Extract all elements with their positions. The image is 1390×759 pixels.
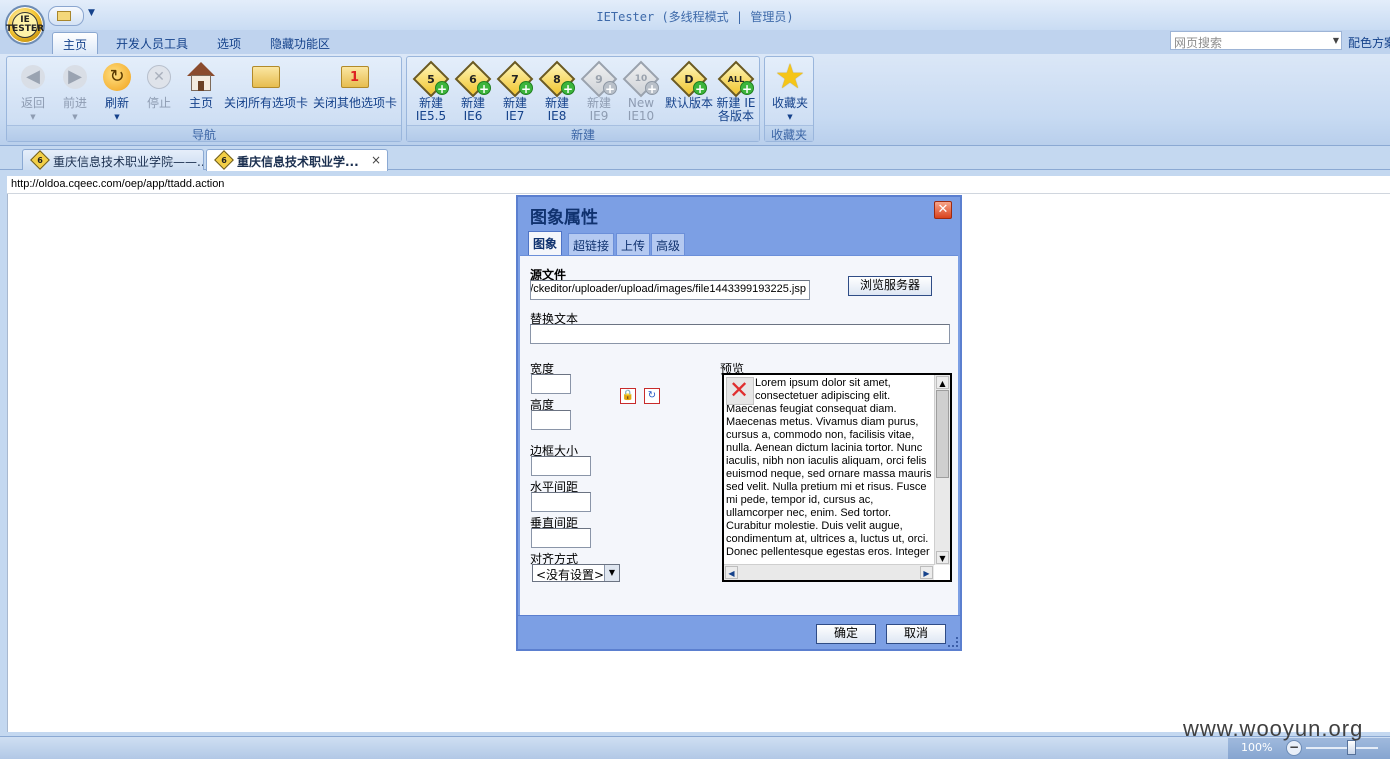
window-title: IETester (多线程模式 | 管理员) bbox=[596, 10, 794, 24]
scroll-down-icon[interactable]: ▼ bbox=[936, 551, 949, 564]
dialog-footer: 确定 取消 bbox=[518, 615, 960, 649]
resize-grip-icon[interactable] bbox=[948, 637, 958, 647]
dialog-close-icon[interactable]: ✕ bbox=[934, 201, 952, 219]
group-favorites: ★ 收藏夹 ▼ 收藏夹 bbox=[764, 56, 814, 142]
tab-home[interactable]: 主页 bbox=[52, 32, 99, 54]
scroll-left-icon[interactable]: ◀ bbox=[725, 566, 738, 579]
image-properties-dialog: 图象属性 ✕ 图象 超链接 上传 高级 源文件 /ckeditor/upload… bbox=[516, 195, 962, 651]
align-selected-value: <没有设置> bbox=[536, 568, 605, 582]
height-input[interactable] bbox=[531, 410, 571, 430]
status-bar bbox=[0, 736, 1390, 759]
doc-tab-2[interactable]: 6 重庆信息技术职业学... × bbox=[206, 149, 388, 171]
title-bar: IETester (多线程模式 | 管理员) bbox=[0, 0, 1390, 30]
preview-text: Lorem ipsum dolor sit amet, consectetuer… bbox=[726, 377, 932, 558]
scroll-thumb[interactable] bbox=[936, 390, 949, 478]
search-placeholder: 网页搜索 bbox=[1174, 36, 1223, 50]
close-all-tabs-icon bbox=[252, 66, 280, 88]
favorites-star-icon: ★ bbox=[774, 57, 806, 97]
preview-content: Lorem ipsum dolor sit amet, consectetuer… bbox=[726, 376, 932, 559]
doc-tab-1[interactable]: 6 重庆信息技术职业学院——... bbox=[22, 149, 204, 170]
web-search-input[interactable]: 网页搜索 ▼ bbox=[1170, 31, 1342, 50]
default-version-button[interactable]: D + 默认版本 bbox=[663, 60, 715, 110]
source-url-input[interactable]: /ckeditor/uploader/upload/images/file144… bbox=[530, 280, 810, 300]
alt-text-input[interactable] bbox=[530, 324, 950, 344]
ribbon: ◀ 返回 ▼ ▶ 前进 ▼ ↻ 刷新 ▼ ✕ 停止 主页 关闭所有选项卡 1 关闭其他… bbox=[0, 54, 1390, 146]
frame-left-border bbox=[0, 170, 7, 732]
broken-image-icon bbox=[726, 376, 754, 405]
tab-hide-ribbon[interactable]: 隐藏功能区 bbox=[260, 32, 340, 54]
group-label-new: 新建 bbox=[407, 125, 759, 142]
new-ie7-button[interactable]: 7 + 新建 IE7 bbox=[496, 60, 534, 123]
back-arrow-icon: ◀ bbox=[21, 65, 45, 89]
new-ie6-button[interactable]: 6 + 新建 IE6 bbox=[454, 60, 492, 123]
doc-tab-1-title: 重庆信息技术职业学院——... bbox=[53, 155, 204, 169]
scroll-right-icon[interactable]: ▶ bbox=[920, 566, 933, 579]
home-button[interactable]: 主页 bbox=[183, 61, 219, 110]
tab-options[interactable]: 选项 bbox=[207, 32, 251, 54]
new-ie8-button[interactable]: 8 + 新建 IE8 bbox=[538, 60, 576, 123]
dialog-tab-link[interactable]: 超链接 bbox=[568, 233, 615, 255]
zoom-slider-thumb[interactable] bbox=[1347, 740, 1356, 755]
preview-pane[interactable]: Lorem ipsum dolor sit amet, consectetuer… bbox=[722, 373, 952, 582]
forward-button[interactable]: ▶ 前进 ▼ bbox=[57, 61, 93, 124]
close-other-tabs-button[interactable]: 1 关闭其他选项卡 bbox=[311, 61, 399, 110]
refresh-button[interactable]: ↻ 刷新 ▼ bbox=[99, 61, 135, 124]
hspace-input[interactable] bbox=[531, 492, 591, 512]
new-ie10-button[interactable]: 10 + New IE10 bbox=[622, 60, 660, 123]
scroll-up-icon[interactable]: ▲ bbox=[936, 376, 949, 389]
new-ie9-button[interactable]: 9 + 新建 IE9 bbox=[580, 60, 618, 123]
ietester-logo-icon: IE TESTER bbox=[6, 12, 44, 38]
document-tab-strip: 6 重庆信息技术职业学院——... 6 重庆信息技术职业学... × bbox=[0, 146, 1390, 171]
vspace-input[interactable] bbox=[531, 528, 591, 548]
group-label-navigation: 导航 bbox=[7, 125, 401, 142]
dialog-body: 源文件 /ckeditor/uploader/upload/images/fil… bbox=[520, 255, 958, 615]
zoom-level[interactable]: 100% bbox=[1241, 741, 1272, 754]
forward-arrow-icon: ▶ bbox=[63, 65, 87, 89]
align-dropdown-icon[interactable]: ▼ bbox=[604, 565, 619, 581]
open-folder-icon bbox=[57, 11, 71, 21]
border-size-input[interactable] bbox=[531, 456, 591, 476]
dialog-title: 图象属性 bbox=[530, 208, 598, 228]
browse-server-button[interactable]: 浏览服务器 bbox=[848, 276, 932, 296]
preview-horizontal-scrollbar[interactable]: ◀ ▶ bbox=[724, 564, 934, 580]
ie6-tab-icon: 6 bbox=[214, 150, 234, 170]
group-navigation: ◀ 返回 ▼ ▶ 前进 ▼ ↻ 刷新 ▼ ✕ 停止 主页 关闭所有选项卡 1 关闭其他… bbox=[6, 56, 402, 142]
back-button[interactable]: ◀ 返回 ▼ bbox=[15, 61, 51, 124]
new-ie55-button[interactable]: 5 + 新建 IE5.5 bbox=[412, 60, 450, 123]
lock-ratio-icon[interactable]: 🔒 bbox=[620, 388, 636, 404]
align-select[interactable]: <没有设置> ▼ bbox=[532, 564, 620, 582]
group-new: 5 + 新建 IE5.5 6 + 新建 IE6 7 + 新建 IE7 8 + 新建 IE8 9 +… bbox=[406, 56, 760, 142]
zoom-slider[interactable] bbox=[1306, 747, 1378, 749]
refresh-icon: ↻ bbox=[103, 63, 131, 91]
address-bar[interactable]: http://oldoa.cqeec.com/oep/app/ttadd.act… bbox=[7, 176, 1390, 194]
close-all-tabs-button[interactable]: 关闭所有选项卡 bbox=[223, 61, 309, 110]
orb-label: IE TESTER bbox=[6, 15, 45, 34]
home-icon bbox=[186, 62, 216, 92]
app-orb-button[interactable]: IE TESTER bbox=[5, 5, 45, 45]
watermark: www.wooyun.org bbox=[1183, 716, 1364, 741]
favorites-button[interactable]: ★ 收藏夹 ▼ bbox=[769, 57, 811, 124]
reset-size-icon[interactable]: ↻ bbox=[644, 388, 660, 404]
search-dropdown-icon[interactable]: ▼ bbox=[1333, 36, 1339, 45]
dialog-tab-image[interactable]: 图象 bbox=[528, 231, 563, 255]
doc-tab-2-title: 重庆信息技术职业学... bbox=[237, 155, 359, 169]
ok-button[interactable]: 确定 bbox=[816, 624, 876, 644]
ie6-tab-icon: 6 bbox=[30, 150, 50, 170]
new-ie-all-versions-button[interactable]: ALL + 新建 IE 各版本 bbox=[715, 60, 757, 123]
dialog-tab-advanced[interactable]: 高级 bbox=[651, 233, 686, 255]
preview-vertical-scrollbar[interactable]: ▲ ▼ bbox=[934, 375, 950, 565]
dialog-tab-upload[interactable]: 上传 bbox=[616, 233, 651, 255]
zoom-out-icon[interactable]: − bbox=[1286, 740, 1302, 756]
close-other-tabs-icon: 1 bbox=[341, 66, 369, 88]
cancel-button[interactable]: 取消 bbox=[886, 624, 946, 644]
close-tab-icon[interactable]: × bbox=[371, 153, 381, 167]
color-scheme-menu[interactable]: 配色方案 bbox=[1348, 34, 1390, 51]
stop-button[interactable]: ✕ 停止 bbox=[141, 61, 177, 110]
group-label-favorites: 收藏夹 bbox=[765, 125, 813, 142]
tab-developer-tools[interactable]: 开发人员工具 bbox=[106, 32, 198, 54]
quick-access-toolbar[interactable] bbox=[48, 6, 84, 26]
quick-access-dropdown-icon[interactable]: ▼ bbox=[88, 8, 95, 18]
width-input[interactable] bbox=[531, 374, 571, 394]
stop-icon: ✕ bbox=[147, 65, 171, 89]
